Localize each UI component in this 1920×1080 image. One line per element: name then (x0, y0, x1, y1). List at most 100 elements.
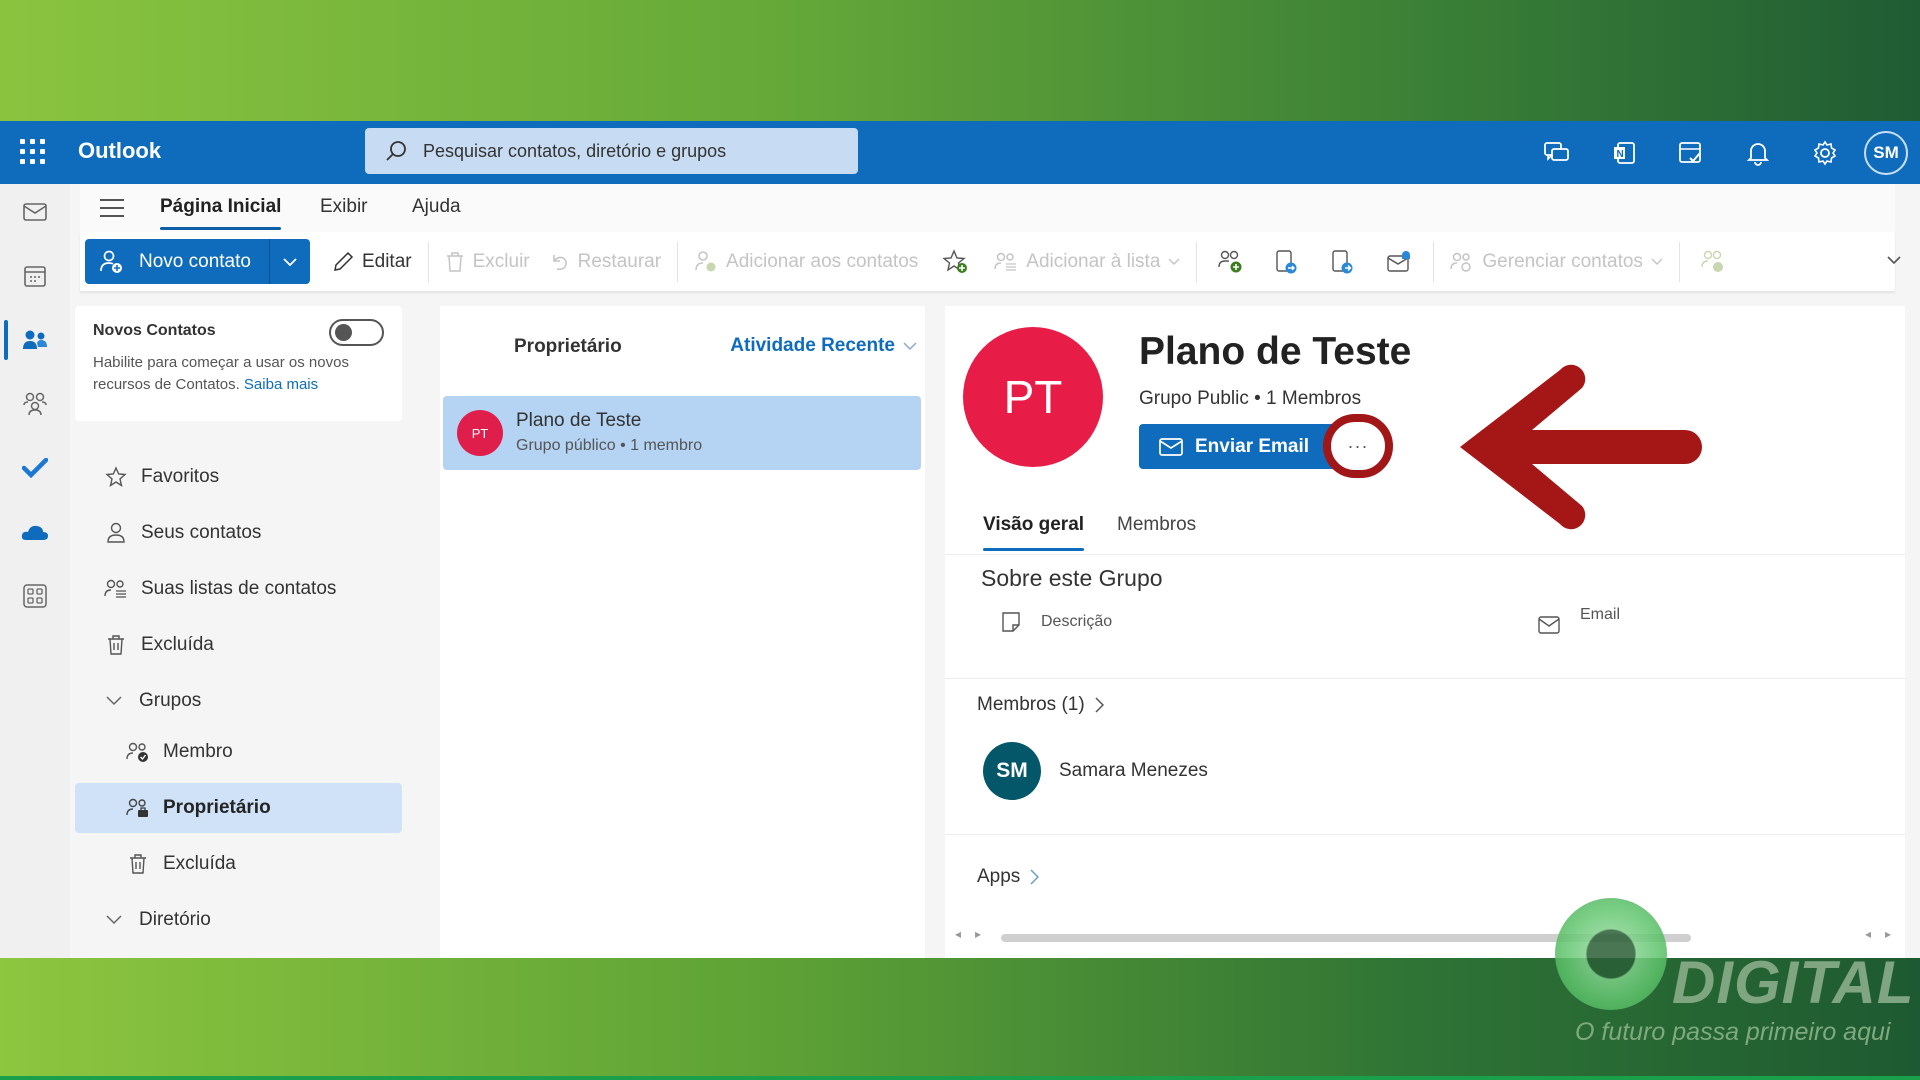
people-icon[interactable] (0, 312, 70, 368)
app-header: Outlook Pesquisar contatos, diretório e … (0, 121, 1920, 184)
share-contact-button[interactable] (1259, 239, 1315, 284)
star-icon (103, 466, 129, 488)
add-favorite-button[interactable] (928, 239, 984, 284)
ribbon-expand-button[interactable] (1887, 252, 1901, 270)
new-contact-label: Novo contato (139, 250, 251, 272)
mail-icon[interactable] (0, 184, 70, 240)
tab-membros[interactable]: Membros (1117, 514, 1196, 536)
sort-label: Atividade Recente (730, 335, 895, 356)
groups-icon[interactable] (0, 376, 70, 432)
nav-item-label: Diretório (139, 909, 211, 930)
new-contacts-toggle[interactable] (329, 319, 384, 346)
group-meta: Grupo público • 1 membro (516, 437, 703, 454)
members-section-link[interactable]: Membros (1) (977, 694, 1104, 716)
group-list-panel: Proprietário Atividade Recente PT Plano … (440, 306, 925, 958)
send-email-button[interactable]: Enviar Email (1139, 424, 1349, 469)
list-header: Proprietário Atividade Recente (440, 306, 925, 386)
tab-pagina-inicial[interactable]: Página Inicial (160, 196, 282, 230)
calendar-icon[interactable] (0, 248, 70, 304)
add-person-icon (695, 250, 716, 271)
pencil-icon (334, 251, 354, 271)
group-title: Plano de Teste (1139, 330, 1412, 373)
apps-icon[interactable] (0, 568, 70, 624)
undo-icon (552, 254, 567, 270)
contacts-nav-panel: Novos Contatos Habilite para começar a u… (75, 306, 405, 958)
apps-heading: Apps (977, 866, 1021, 887)
bell-icon[interactable] (1724, 121, 1791, 184)
add-group-member-button[interactable] (1203, 239, 1259, 284)
tab-visao-geral[interactable]: Visão geral (983, 514, 1085, 551)
onenote-icon[interactable]: N (1590, 121, 1657, 184)
contact-card-forward-icon (1332, 249, 1353, 273)
add-to-list-label: Adicionar à lista (1026, 250, 1161, 272)
group-add-icon (1218, 250, 1242, 272)
annotation-arrow-icon (1460, 364, 1702, 530)
tab-exibir[interactable]: Exibir (320, 196, 368, 218)
learn-more-link[interactable]: Saiba mais (244, 376, 318, 393)
add-to-list-button[interactable]: Adicionar à lista (984, 239, 1190, 284)
scroll-right-icon[interactable]: ▸ (1885, 927, 1891, 941)
app-launcher-icon[interactable] (20, 139, 46, 165)
watermark-brand: DIGITAL (1672, 949, 1915, 1016)
add-to-contacts-button[interactable]: Adicionar aos contatos (684, 239, 928, 284)
svg-text:N: N (1616, 149, 1623, 160)
sort-dropdown[interactable]: Atividade Recente (730, 335, 917, 357)
nav-item-excluida[interactable]: Excluída (75, 620, 402, 670)
edit-label: Editar (361, 250, 412, 272)
search-box[interactable]: Pesquisar contatos, diretório e grupos (365, 128, 858, 174)
contact-list-icon (994, 252, 1017, 271)
nav-group-grupos[interactable]: Grupos (75, 676, 402, 726)
delete-button[interactable]: Excluir (435, 239, 540, 284)
nav-item-suas-listas[interactable]: Suas listas de contatos (75, 564, 402, 614)
nav-item-seus-contatos[interactable]: Seus contatos (75, 508, 402, 558)
nav-item-label: Proprietário (163, 797, 271, 818)
list-item[interactable]: PT Plano de Teste Grupo público • 1 memb… (443, 396, 921, 470)
contact-list-icon (103, 578, 129, 600)
nav-item-default-global-address[interactable]: Default Global Address ... (75, 944, 402, 958)
teams-chat-icon[interactable] (1523, 121, 1590, 184)
tab-ajuda[interactable]: Ajuda (412, 196, 461, 218)
restore-label: Restaurar (577, 250, 662, 272)
forward-contact-button[interactable] (1315, 239, 1371, 284)
nav-item-favoritos[interactable]: Favoritos (75, 452, 402, 502)
apps-section-link[interactable]: Apps (977, 866, 1040, 888)
chevron-down-icon (1887, 256, 1901, 265)
scroll-right-icon[interactable]: ▸ (975, 927, 981, 941)
gear-icon[interactable] (1791, 121, 1858, 184)
user-avatar[interactable]: SM (1864, 130, 1908, 175)
nav-item-membro[interactable]: Membro (75, 727, 402, 777)
app-name: Outlook (78, 138, 162, 163)
nav-item-label: Seus contatos (141, 522, 262, 543)
group-settings-button[interactable] (1686, 239, 1742, 284)
hamburger-menu-icon[interactable] (100, 198, 124, 223)
scroll-left-icon[interactable]: ◂ (955, 927, 961, 941)
scroll-left-icon[interactable]: ◂ (1865, 927, 1871, 941)
onedrive-icon[interactable] (0, 504, 70, 560)
todo-icon[interactable] (1657, 121, 1724, 184)
divider (945, 834, 1905, 835)
send-email-label: Enviar Email (1195, 435, 1310, 457)
email-field: Email (1538, 606, 1620, 634)
more-options-button[interactable]: ··· (1323, 414, 1393, 478)
nav-item-label: Suas listas de contatos (141, 578, 337, 599)
new-contact-dropdown[interactable] (270, 239, 310, 284)
nav-item-label: Grupos (139, 690, 202, 711)
manage-contacts-button[interactable]: Gerenciar contatos (1440, 239, 1673, 284)
nav-item-proprietario[interactable]: Proprietário (75, 783, 402, 833)
email-notify-button[interactable] (1371, 239, 1427, 284)
watermark-logo-icon (1555, 898, 1667, 1010)
nav-item-grupos-excluida[interactable]: Excluída (75, 839, 402, 889)
member-item[interactable]: SM Samara Menezes (983, 742, 1208, 800)
divider (945, 554, 1905, 555)
restore-button[interactable]: Restaurar (540, 239, 671, 284)
todo-check-icon[interactable] (0, 440, 70, 496)
group-subtitle: Grupo Public • 1 Membros (1139, 388, 1362, 409)
about-group-heading: Sobre este Grupo (981, 565, 1163, 591)
new-contacts-promo: Novos Contatos Habilite para começar a u… (75, 306, 402, 421)
group-detail-panel: PT Plano de Teste Grupo Public • 1 Membr… (945, 306, 1905, 958)
new-contact-button[interactable]: Novo contato (85, 239, 270, 284)
nav-group-diretorio[interactable]: Diretório (75, 895, 402, 945)
list-title: Proprietário (514, 336, 622, 357)
trash-icon (125, 853, 151, 875)
edit-button[interactable]: Editar (322, 239, 422, 284)
